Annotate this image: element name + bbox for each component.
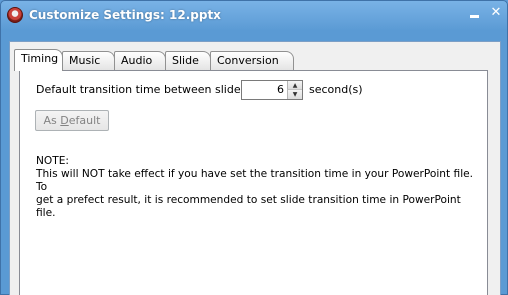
tab-strip: Timing Music Audio Slide Conversion [14,49,314,71]
window-title: Customize Settings: 12.pptx [29,8,221,22]
stepper-buttons: ▲ ▼ [287,81,302,99]
tab-audio[interactable]: Audio [114,51,166,70]
transition-time-label: Default transition time between slides: [36,83,251,96]
tab-label: Conversion [217,54,279,67]
minimize-button[interactable] [467,6,483,20]
spin-up-icon[interactable]: ▲ [287,81,302,90]
app-logo-icon [7,7,23,23]
as-default-prefix: As [43,114,61,127]
tab-label: Timing [21,52,59,65]
tab-music[interactable]: Music [62,51,115,70]
note-line-1: This will NOT take effect if you have se… [36,168,474,193]
tab-timing[interactable]: Timing [14,49,63,71]
tab-label: Audio [121,54,153,67]
tab-label: Music [69,54,101,67]
as-default-mnemonic: D [60,114,69,127]
seconds-unit-label: second(s) [309,83,363,96]
transition-time-stepper[interactable]: 6 ▲ ▼ [241,80,303,100]
note-heading: NOTE: [36,155,69,167]
spin-down-icon[interactable]: ▼ [287,90,302,99]
tab-label: Slide [172,54,199,67]
transition-time-value[interactable]: 6 [244,83,284,96]
note-text: NOTE: This will NOT take effect if you h… [36,155,481,220]
tab-slide[interactable]: Slide [165,51,211,70]
as-default-button[interactable]: As Default [35,110,109,131]
title-bar[interactable]: Customize Settings: 12.pptx ✕ [1,1,507,31]
as-default-suffix: efault [68,114,101,127]
note-line-2: get a prefect result, it is recommended … [36,194,461,219]
tab-conversion[interactable]: Conversion [210,51,294,70]
timing-panel: Default transition time between slides: … [19,70,488,295]
close-button[interactable]: ✕ [488,6,504,20]
